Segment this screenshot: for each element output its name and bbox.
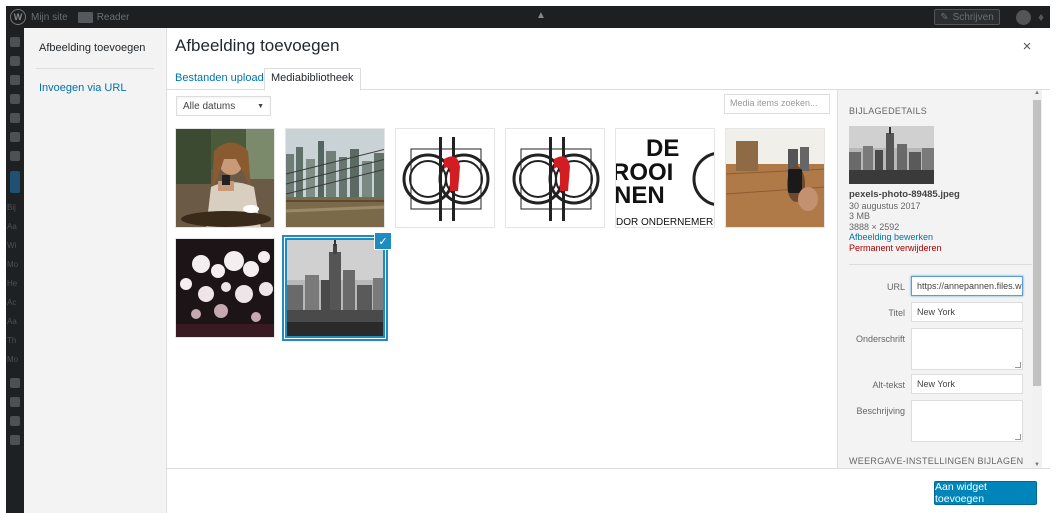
tab-media-library[interactable]: Mediabibliotheek [264,68,361,91]
plugins-icon[interactable] [10,378,20,388]
media-modal: Afbeelding toevoegen Invoegen via URL Af… [24,28,1050,513]
edit-image-link[interactable]: Afbeelding bewerken [849,232,1034,243]
attachment-image: DE ROOI NEN DOR ONDERNEMERSO [616,129,715,228]
alt-text-field[interactable]: New York [911,374,1023,394]
attachment-new-york-skyline[interactable] [285,238,385,338]
attachment-details-heading: BIJLAGEDETAILS [849,106,928,116]
media-menu: Afbeelding toevoegen Invoegen via URL [24,28,167,513]
attachment-filename: pexels-photo-89485.jpeg [849,189,960,200]
attachment-image [506,129,604,227]
logo-text-line1: DE [646,135,679,162]
delete-permanently-link[interactable]: Permanent verwijderen [849,243,1034,254]
date-filter-value: Alle datums [183,100,236,112]
attachment-image [287,240,383,336]
frame-title: Afbeelding toevoegen [175,36,340,55]
media-router: Bestanden uploaden Mediabibliotheek [167,64,1050,91]
appearance-icon[interactable] [10,171,20,193]
menu-separator [36,68,154,69]
description-field[interactable] [911,400,1023,442]
attachment-logo-cdp-1[interactable] [395,128,495,228]
my-site-label: Mijn site [31,11,68,23]
title-label: Titel [888,308,905,318]
feedback-icon[interactable] [10,151,20,161]
caption-field[interactable] [911,328,1023,370]
admin-side-label: Th [7,336,17,345]
frame-toolbar: Aan widget toevoegen [167,468,1050,513]
display-settings-title: WEERGAVE-INSTELLINGEN BIJLAGEN [849,456,1024,466]
menu-item-add-image[interactable]: Afbeelding toevoegen [39,42,145,54]
notifications-icon[interactable]: ♦ [1038,10,1050,24]
date-filter-select[interactable]: Alle datums ▼ [176,96,271,116]
attachment-details-sidebar: BIJLAGEDETAILS pexels-photo-89485.jpeg 3… [837,90,1042,468]
attachment-image [176,129,274,227]
media-icon[interactable] [10,75,20,85]
avatar[interactable] [1016,10,1031,25]
write-button[interactable]: ✎ Schrijven [934,9,1000,25]
attachment-woman-coffee-phone[interactable] [175,128,275,228]
admin-side-label: He [7,279,18,288]
pin-icon[interactable] [10,56,20,66]
logo-text-line3: NEN [616,182,665,209]
attachment-image [396,129,494,227]
admin-side-label: Aa [7,317,17,326]
close-button[interactable]: × [1018,38,1036,56]
links-icon[interactable] [10,94,20,104]
reader-link[interactable]: Reader [77,11,130,23]
admin-bar: W Mijn site Reader ▲ ✎ Schrijven ♦ [6,6,1050,28]
admin-sidebar: Bij Aa Wi Mo He Ac Aa Th Mo [6,28,24,513]
description-label: Beschrijving [856,406,905,416]
sidebar-scrollbar[interactable]: ▲ ▼ [1032,90,1042,468]
settings-icon[interactable] [10,435,20,445]
scroll-up-icon[interactable]: ▲ [1033,90,1041,96]
menu-item-insert-from-url[interactable]: Invoegen via URL [39,82,126,94]
pencil-icon: ✎ [940,11,949,23]
attachment-image [176,239,274,337]
admin-side-label: Aa [7,222,17,231]
logo-text-line4: DOR ONDERNEMERSO [616,217,715,228]
admin-side-label: Wi [7,241,17,250]
reader-icon [77,11,93,23]
admin-side-label: Mo [7,355,19,364]
attachment-date: 30 augustus 2017 [849,200,921,211]
admin-side-label: Bij [7,203,16,212]
dashboard-icon[interactable] [10,37,20,47]
admin-side-label: Mo [7,260,19,269]
reader-label: Reader [96,11,130,23]
media-search-input[interactable]: Media items zoeken... [724,94,830,114]
attachment-meta: pexels-photo-89485.jpeg 30 augustus 2017… [849,189,1034,254]
write-label: Schrijven [952,11,994,23]
selected-check-icon[interactable]: ✓ [374,232,392,250]
page-edge-right [1050,0,1056,513]
caption-label: Onderschrift [855,334,905,344]
my-site-link[interactable]: Mijn site [31,12,68,23]
scrollbar-thumb[interactable] [1033,100,1041,386]
attachment-phone-on-table[interactable] [725,128,825,228]
url-field[interactable]: https://annepannen.files.wordpress.com [911,276,1023,296]
attachment-filesize: 3 MB [849,211,871,222]
pages-icon[interactable] [10,113,20,123]
wordpress-logo-icon[interactable]: W [10,9,26,25]
attachment-de-rooi-pannen-logo[interactable]: DE ROOI NEN DOR ONDERNEMERSO [615,128,715,228]
users-icon[interactable] [10,397,20,407]
attachment-dimensions: 3888 × 2592 [849,221,900,232]
alt-text-label: Alt-tekst [872,380,905,390]
details-divider [849,264,1032,265]
details-thumbnail [849,126,934,184]
comments-icon[interactable] [10,132,20,142]
add-to-widget-button[interactable]: Aan widget toevoegen [934,481,1037,505]
attachment-brooklyn-bridge-skyline[interactable] [285,128,385,228]
chevron-down-icon: ▼ [257,102,264,110]
url-label: URL [886,282,905,292]
admin-side-label: Ac [7,298,17,307]
title-field[interactable]: New York [911,302,1023,322]
collapse-icon[interactable]: ▲ [534,10,548,24]
attachment-logo-cdp-2[interactable] [505,128,605,228]
tools-icon[interactable] [10,416,20,426]
attachment-image [726,129,824,227]
attachment-image [286,129,384,227]
attachment-bokeh-lights[interactable] [175,238,275,338]
